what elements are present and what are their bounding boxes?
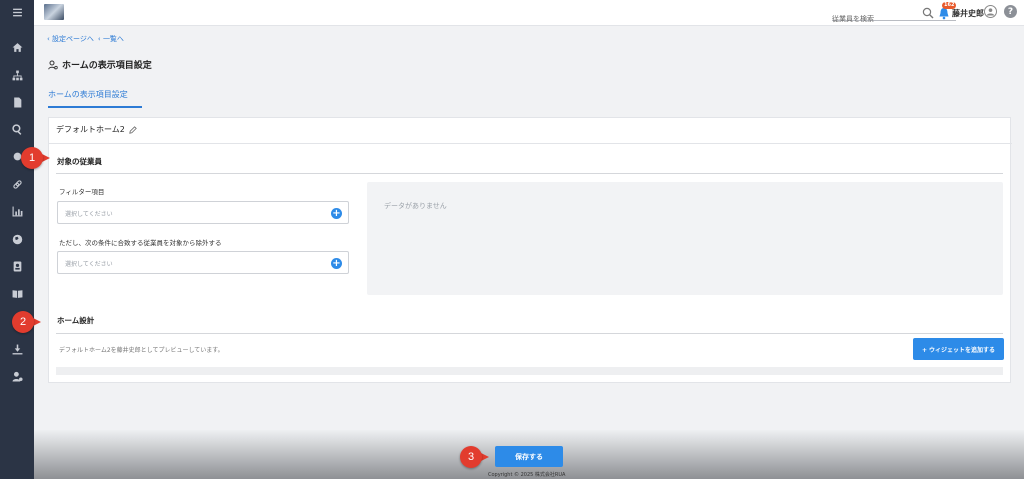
globe-icon[interactable] [0, 230, 34, 248]
chart-icon[interactable] [0, 202, 34, 220]
callout-3: 3 [460, 446, 489, 468]
pencil-icon[interactable] [129, 125, 137, 134]
callout-number: 2 [12, 311, 34, 333]
filter-select[interactable]: 選択してください + [57, 201, 349, 224]
exclude-label: ただし、次の条件に合致する従業員を対象から除外する [59, 239, 222, 247]
target-employees-heading: 対象の従業員 [57, 157, 102, 166]
search-icon[interactable] [922, 7, 934, 19]
widget-area [56, 367, 1003, 375]
help-icon[interactable]: ? [1004, 5, 1017, 18]
tab-home-display-settings[interactable]: ホームの表示項目設定 [48, 89, 142, 108]
save-button[interactable]: 保存する [495, 446, 563, 467]
user-settings-icon[interactable] [0, 367, 34, 385]
divider [56, 333, 1003, 334]
contact-card-icon[interactable] [0, 257, 34, 275]
settings-card: デフォルトホーム2 対象の従業員 フィルター項目 選択してください + ただし、… [48, 117, 1012, 383]
home-name: デフォルトホーム2 [56, 125, 125, 134]
preview-text: デフォルトホーム2を藤井史郎としてプレビューしています。 [59, 347, 224, 354]
callout-number: 3 [460, 446, 482, 468]
company-logo[interactable] [44, 4, 64, 20]
home-icon[interactable] [0, 38, 34, 56]
avatar[interactable] [984, 5, 997, 18]
home-design-heading: ホーム設計 [57, 316, 95, 325]
add-widget-button[interactable]: + ウィジェットを追加する [913, 338, 1004, 360]
page-title: ホームの表示項目設定 [48, 58, 152, 71]
user-settings-icon [48, 60, 58, 69]
page-title-text: ホームの表示項目設定 [62, 61, 152, 71]
callout-2: 2 [12, 311, 41, 333]
add-icon[interactable]: + [331, 258, 342, 269]
breadcrumb: ‹ 設定ページへ ‹ 一覧へ [47, 34, 124, 44]
top-header: 162 藤井史郎 ? [34, 0, 1024, 26]
callout-1: 1 [21, 147, 50, 169]
filter-placeholder: 選択してください [65, 211, 113, 218]
copyright: Copyright © 2025 株式会社RUA [488, 472, 566, 478]
filter-label: フィルター項目 [59, 188, 105, 196]
breadcrumb-settings-link[interactable]: ‹ 設定ページへ [47, 34, 94, 44]
callout-number: 1 [21, 147, 43, 169]
search-icon[interactable] [0, 120, 34, 138]
download-icon[interactable] [0, 340, 34, 358]
user-name[interactable]: 藤井史郎 [952, 8, 984, 19]
divider [49, 143, 1012, 144]
divider [56, 173, 1003, 174]
exclude-placeholder: 選択してください [65, 261, 113, 268]
breadcrumb-settings-label: 設定ページへ [52, 35, 94, 43]
no-data-text: データがありません [384, 202, 447, 210]
org-chart-icon[interactable] [0, 66, 34, 84]
no-data-panel: データがありません [367, 182, 1003, 295]
book-icon[interactable] [0, 284, 34, 302]
link-icon[interactable] [0, 175, 34, 193]
breadcrumb-list-link[interactable]: ‹ 一覧へ [98, 34, 124, 44]
sidebar [0, 0, 34, 479]
add-icon[interactable]: + [331, 208, 342, 219]
home-name-row: デフォルトホーム2 [56, 124, 137, 135]
user-icon [986, 8, 995, 16]
menu-icon[interactable] [0, 3, 34, 21]
breadcrumb-list-label: 一覧へ [102, 35, 124, 43]
exclude-select[interactable]: 選択してください + [57, 251, 349, 274]
document-icon[interactable] [0, 93, 34, 111]
